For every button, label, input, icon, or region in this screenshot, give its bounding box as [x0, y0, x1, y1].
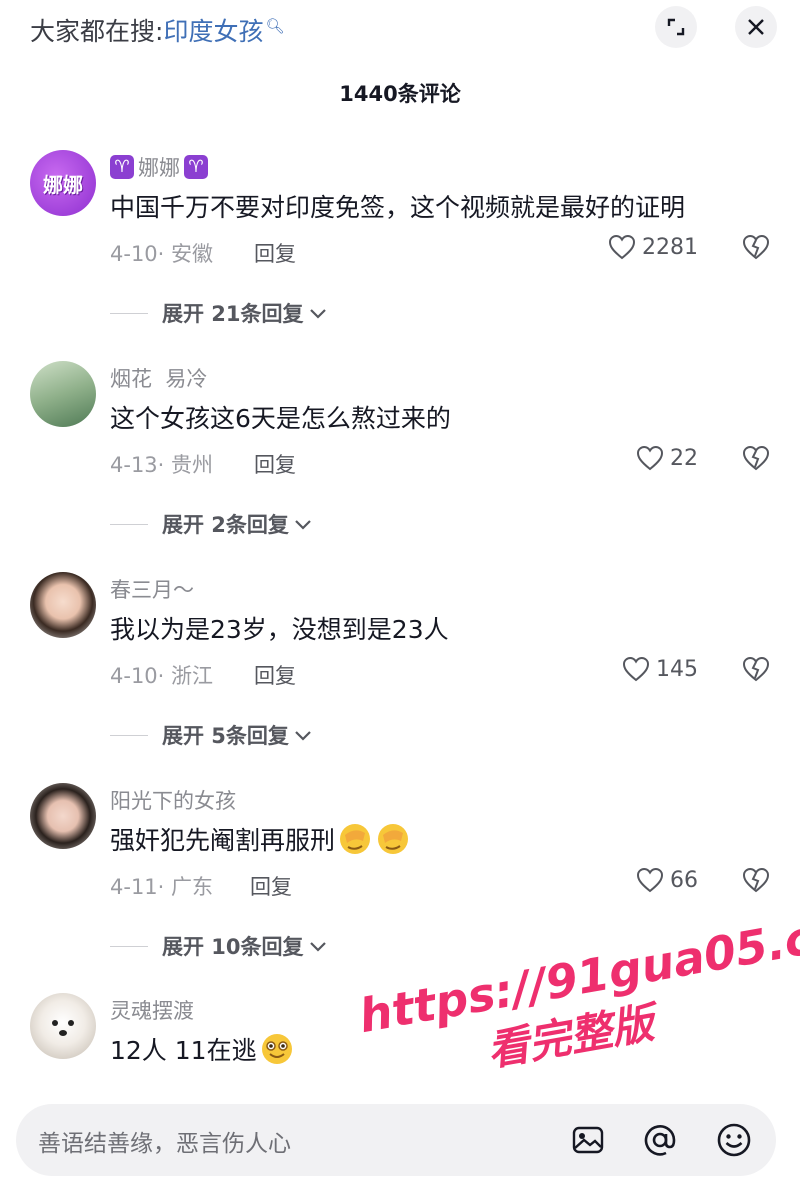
- search-suggestion[interactable]: 大家都在搜:印度女孩 🔍︎: [30, 12, 285, 48]
- aries-icon: ♈︎: [110, 155, 134, 179]
- dislike-heart-icon: [742, 234, 770, 260]
- like-count: 2281: [642, 234, 698, 260]
- chevron-down-icon: [309, 309, 326, 319]
- dislike-button[interactable]: [742, 867, 770, 897]
- like-button[interactable]: 22: [636, 445, 698, 471]
- expand-icon: [667, 18, 685, 36]
- comment-count: 1440条评论: [339, 82, 461, 106]
- dislike-button[interactable]: [742, 656, 770, 686]
- comment-meta: 4-10· 安徽: [110, 242, 214, 266]
- like-count: 145: [656, 656, 698, 682]
- avatar[interactable]: [30, 993, 96, 1059]
- avatar[interactable]: [30, 572, 96, 638]
- dislike-button[interactable]: [742, 445, 770, 475]
- like-button[interactable]: 145: [622, 656, 698, 682]
- facepalm-emoji-icon: [378, 824, 409, 854]
- top-bar: 大家都在搜:印度女孩 🔍︎: [0, 0, 800, 60]
- comment-input[interactable]: 善语结善缘，恶言伤人心: [16, 1104, 776, 1176]
- comment-item: 娜娜 ♈︎ 娜娜 ♈︎ 中国千万不要对印度免签，这个视频就是最好的证明 4-10…: [0, 150, 800, 350]
- comment-item: 春三月～ 我以为是23岁，没想到是23人 4-10· 浙江 回复 145 展开 …: [0, 572, 800, 772]
- image-button[interactable]: [566, 1118, 610, 1162]
- comment-text: 强奸犯先阉割再服刑: [110, 821, 411, 857]
- comment-username[interactable]: 烟花 易冷: [110, 363, 207, 393]
- emoji-icon: [717, 1123, 751, 1157]
- chevron-down-icon: [295, 520, 311, 530]
- comment-meta: 4-10· 浙江: [110, 664, 214, 688]
- comment-text: 12人 11在逃: [110, 1031, 295, 1067]
- avatar-label: 娜娜: [43, 172, 83, 197]
- reply-button[interactable]: 回复: [250, 871, 292, 901]
- reply-button[interactable]: 回复: [254, 449, 296, 479]
- close-button[interactable]: [735, 6, 777, 48]
- expand-replies-button[interactable]: 展开 10条回复: [110, 931, 328, 961]
- heart-icon: [608, 234, 636, 260]
- like-button[interactable]: 66: [636, 867, 698, 893]
- like-count: 66: [670, 867, 698, 893]
- expand-replies-button[interactable]: 展开 5条回复: [110, 720, 313, 750]
- comment-input-placeholder: 善语结善缘，恶言伤人心: [38, 1131, 291, 1157]
- mention-button[interactable]: [638, 1118, 682, 1162]
- aries-icon: ♈︎: [184, 155, 208, 179]
- comment-input-bar: 善语结善缘，恶言伤人心: [0, 1090, 800, 1195]
- expand-button[interactable]: [655, 6, 697, 48]
- search-keyword-link[interactable]: 印度女孩: [163, 17, 263, 46]
- comment-username[interactable]: ♈︎ 娜娜 ♈︎: [110, 152, 208, 182]
- reply-button[interactable]: 回复: [254, 238, 296, 268]
- avatar[interactable]: [30, 361, 96, 427]
- chevron-down-icon: [295, 731, 311, 741]
- facepalm-emoji-icon: [340, 824, 371, 854]
- comment-item: 烟花 易冷 这个女孩这6天是怎么熬过来的 4-13· 贵州 回复 22 展开 2…: [0, 361, 800, 561]
- chevron-down-icon: [309, 942, 326, 952]
- dislike-heart-icon: [742, 867, 770, 893]
- comment-username[interactable]: 阳光下的女孩: [110, 785, 236, 815]
- smile-emoji-icon: [261, 1034, 292, 1064]
- comment-username[interactable]: 春三月～: [110, 574, 194, 604]
- avatar[interactable]: [30, 783, 96, 849]
- like-count: 22: [670, 445, 698, 471]
- heart-icon: [636, 445, 664, 471]
- image-icon: [572, 1126, 604, 1154]
- comment-text: 这个女孩这6天是怎么熬过来的: [110, 404, 451, 433]
- comment-meta: 4-13· 贵州: [110, 453, 214, 477]
- expand-replies-button[interactable]: 展开 21条回复: [110, 298, 328, 328]
- dislike-heart-icon: [742, 656, 770, 682]
- divider: [110, 945, 148, 947]
- close-icon: [748, 19, 764, 35]
- emoji-button[interactable]: [712, 1118, 756, 1162]
- heart-icon: [622, 656, 650, 682]
- comment-text: 中国千万不要对印度免签，这个视频就是最好的证明: [110, 193, 686, 222]
- comment-username[interactable]: 灵魂摆渡: [110, 995, 194, 1025]
- dislike-heart-icon: [742, 445, 770, 471]
- dislike-button[interactable]: [742, 234, 770, 264]
- comment-meta: 4-11· 广东: [110, 875, 214, 899]
- at-icon: [644, 1125, 676, 1156]
- dog-avatar-icon: [52, 1020, 74, 1036]
- divider: [110, 734, 148, 736]
- expand-replies-button[interactable]: 展开 2条回复: [110, 509, 313, 539]
- search-icon: 🔍︎: [265, 16, 285, 35]
- avatar[interactable]: 娜娜: [30, 150, 96, 216]
- reply-button[interactable]: 回复: [254, 660, 296, 690]
- search-prefix: 大家都在搜:: [30, 17, 164, 46]
- heart-icon: [636, 867, 664, 893]
- divider: [110, 312, 148, 314]
- divider: [110, 523, 148, 525]
- comment-text: 我以为是23岁，没想到是23人: [110, 615, 449, 644]
- like-button[interactable]: 2281: [608, 234, 698, 260]
